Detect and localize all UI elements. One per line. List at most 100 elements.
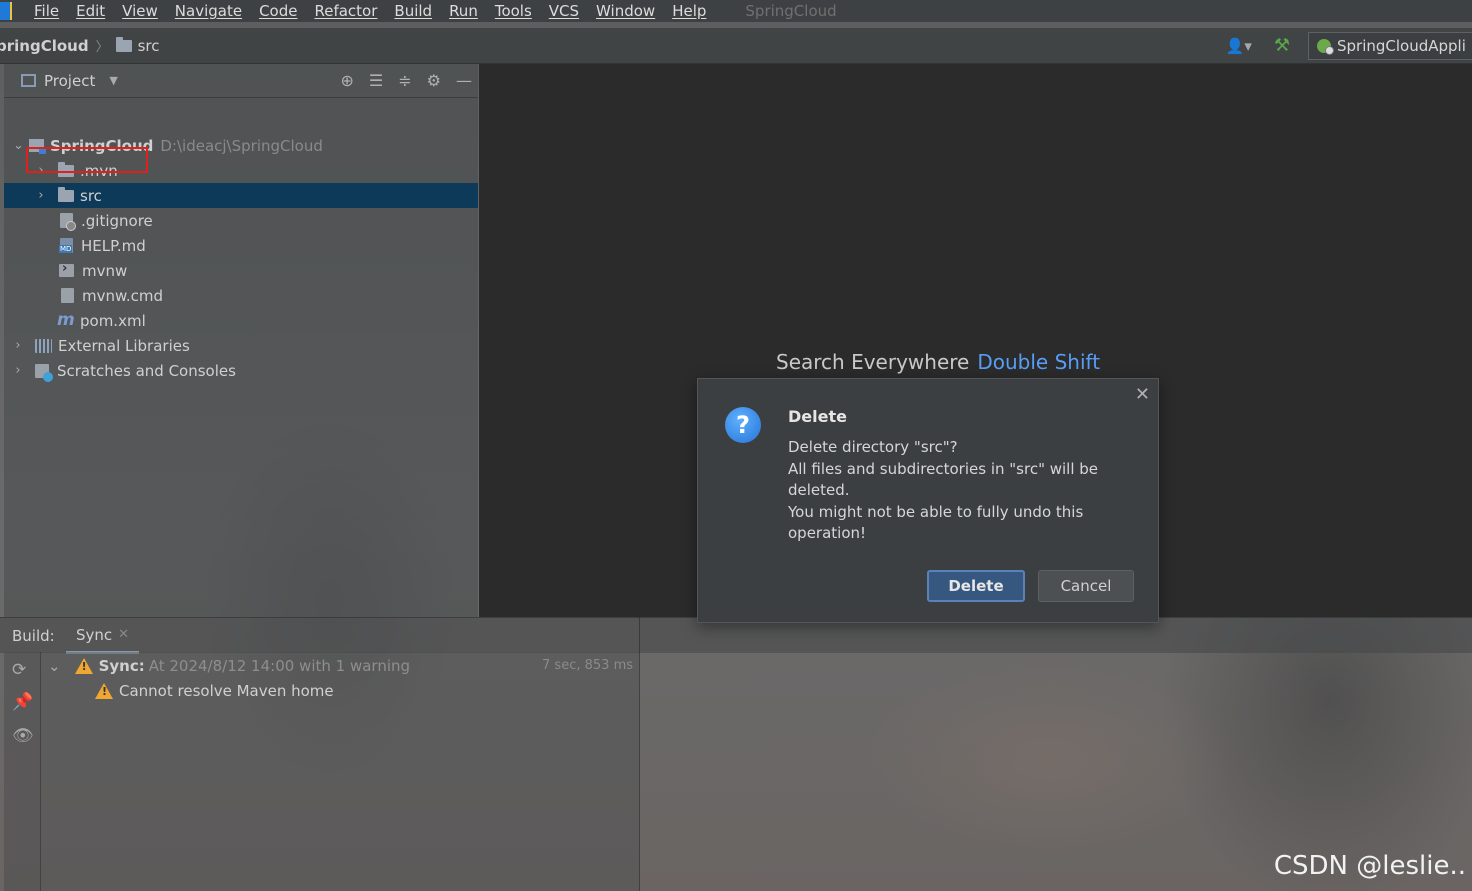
annotation-highlight-box	[26, 147, 148, 173]
shell-script-icon	[59, 261, 74, 277]
delete-dialog: ✕ ? Delete Delete directory "src"? All f…	[697, 378, 1159, 623]
breadcrumb-root[interactable]: pringCloud	[0, 37, 89, 55]
eye-icon[interactable]: 👁	[12, 726, 34, 746]
build-output-tree: ⌄ Sync: At 2024/8/12 14:00 with 1 warnin…	[40, 652, 639, 891]
panel-divider[interactable]	[639, 617, 640, 891]
hint-text: Search Everywhere	[776, 350, 970, 374]
tree-item-label: mvnw.cmd	[82, 286, 164, 305]
spring-boot-icon	[1317, 38, 1334, 55]
refresh-icon[interactable]: ⟳	[12, 660, 26, 680]
tree-item-mvnw-cmd[interactable]: mvnw.cmd	[4, 283, 478, 308]
run-configuration-label: SpringCloudAppli	[1337, 36, 1466, 55]
tree-item-label: Scratches and Consoles	[57, 361, 236, 380]
folder-icon	[115, 36, 132, 52]
chevron-right-icon[interactable]: ›	[36, 188, 46, 203]
tree-item-pom-xml[interactable]: m pom.xml	[4, 308, 478, 333]
menu-bar: File Edit View Navigate Code Refactor Bu…	[0, 0, 1472, 22]
tab-sync-label: Sync	[76, 625, 113, 644]
warning-icon	[74, 657, 93, 674]
chevron-down-icon[interactable]: ▼	[109, 74, 117, 87]
tree-item-label: src	[80, 186, 102, 205]
intellij-logo-icon	[0, 2, 12, 20]
close-tab-icon[interactable]: ✕	[118, 627, 129, 642]
menu-build[interactable]: Build	[394, 2, 432, 20]
breadcrumb-src-label: src	[137, 36, 160, 55]
project-panel-header: Project ▼ ⊕ ☰ ≑ ⚙ —	[4, 64, 478, 98]
project-path: D:\ideacj\SpringCloud	[160, 136, 323, 155]
warning-icon	[95, 682, 113, 699]
tree-item-help-md[interactable]: HELP.md	[4, 233, 478, 258]
breadcrumb-separator-icon: 〉	[95, 40, 109, 55]
navigation-bar: pringCloud 〉 src 👤▾ ⚒ SpringCloudAppli	[0, 28, 1472, 64]
warning-text: Cannot resolve Maven home	[119, 681, 334, 700]
chevron-down-icon[interactable]: ⌄	[13, 138, 24, 153]
menu-tools[interactable]: Tools	[495, 2, 532, 20]
tree-item-label: HELP.md	[81, 236, 146, 255]
menu-edit[interactable]: Edit	[76, 2, 105, 20]
markdown-file-icon	[59, 238, 73, 253]
menu-navigate[interactable]: Navigate	[175, 2, 242, 20]
expand-all-icon[interactable]: ☰	[369, 71, 383, 90]
menu-help[interactable]: Help	[672, 2, 706, 20]
build-label: Build:	[12, 626, 55, 645]
chevron-down-icon[interactable]: ⌄	[48, 657, 61, 675]
cancel-button[interactable]: Cancel	[1038, 570, 1134, 602]
menu-file[interactable]: File	[34, 2, 59, 20]
sync-duration: 7 sec, 853 ms	[542, 658, 633, 673]
warning-row[interactable]: Cannot resolve Maven home	[95, 678, 334, 703]
close-icon[interactable]: ✕	[1135, 384, 1150, 405]
text-file-icon	[61, 288, 74, 303]
minimize-icon[interactable]: —	[456, 71, 472, 90]
empty-editor-hint: Search Everywhere Double Shift	[776, 350, 1100, 374]
project-panel-tools: ⊕ ☰ ≑ ⚙ —	[341, 64, 473, 97]
menu-refactor[interactable]: Refactor	[314, 2, 377, 20]
folder-icon	[58, 186, 74, 202]
run-configuration-selector[interactable]: SpringCloudAppli	[1308, 31, 1472, 60]
tree-item-label: pom.xml	[80, 311, 146, 330]
maven-file-icon: m	[57, 310, 75, 330]
tab-sync[interactable]: Sync ✕	[66, 618, 140, 654]
menu-run[interactable]: Run	[449, 2, 478, 20]
chevron-right-icon[interactable]: ›	[13, 363, 23, 378]
tree-item-scratches[interactable]: › Scratches and Consoles	[4, 358, 478, 383]
chevron-right-icon[interactable]: ›	[13, 338, 23, 353]
pin-icon[interactable]: 📌	[12, 692, 33, 712]
hint-shortcut: Double Shift	[977, 350, 1101, 374]
window-title: SpringCloud	[745, 2, 837, 20]
sync-result-row[interactable]: ⌄ Sync: At 2024/8/12 14:00 with 1 warnin…	[48, 653, 639, 678]
delete-button[interactable]: Delete	[927, 570, 1025, 602]
scratches-icon	[35, 363, 53, 382]
menu-view[interactable]: View	[122, 2, 158, 20]
breadcrumb-src[interactable]: src	[115, 36, 160, 55]
question-icon: ?	[725, 407, 761, 443]
tree-item-label: mvnw	[82, 261, 128, 280]
toolbar-right: 👤▾ ⚒ SpringCloudAppli	[1226, 28, 1472, 63]
gitignore-file-icon	[60, 213, 76, 231]
project-panel-title[interactable]: Project	[44, 72, 95, 90]
tree-item-label: .gitignore	[81, 211, 153, 230]
tree-item-src[interactable]: › src	[4, 183, 478, 208]
project-view-icon	[21, 74, 36, 87]
sync-description: At 2024/8/12 14:00 with 1 warning	[148, 656, 411, 675]
menu-code[interactable]: Code	[259, 2, 297, 20]
dialog-message-line1: Delete directory "src"?	[788, 438, 958, 456]
dialog-message: Delete directory "src"? All files and su…	[788, 437, 1118, 545]
tree-item-gitignore[interactable]: .gitignore	[4, 208, 478, 233]
dialog-message-line2: All files and subdirectories in "src" wi…	[788, 459, 1099, 500]
dialog-title: Delete	[788, 407, 847, 426]
menu-window[interactable]: Window	[596, 2, 655, 20]
tree-item-label: External Libraries	[58, 336, 190, 355]
collapse-all-icon[interactable]: ≑	[398, 71, 411, 90]
libraries-icon	[35, 338, 52, 353]
locate-target-icon[interactable]: ⊕	[341, 71, 354, 90]
watermark: CSDN @leslie..	[1273, 851, 1466, 881]
build-hammer-icon[interactable]: ⚒	[1274, 35, 1290, 56]
tree-item-mvnw[interactable]: mvnw	[4, 258, 478, 283]
dialog-message-line3: You might not be able to fully undo this…	[788, 502, 1084, 543]
tree-item-external-libraries[interactable]: › External Libraries	[4, 333, 478, 358]
menu-vcs[interactable]: VCS	[549, 2, 579, 20]
user-account-icon[interactable]: 👤▾	[1226, 37, 1252, 55]
sync-title: Sync:	[98, 656, 145, 675]
gear-icon[interactable]: ⚙	[427, 71, 441, 90]
build-side-toolbar: ⟳ 📌 👁	[4, 652, 41, 891]
